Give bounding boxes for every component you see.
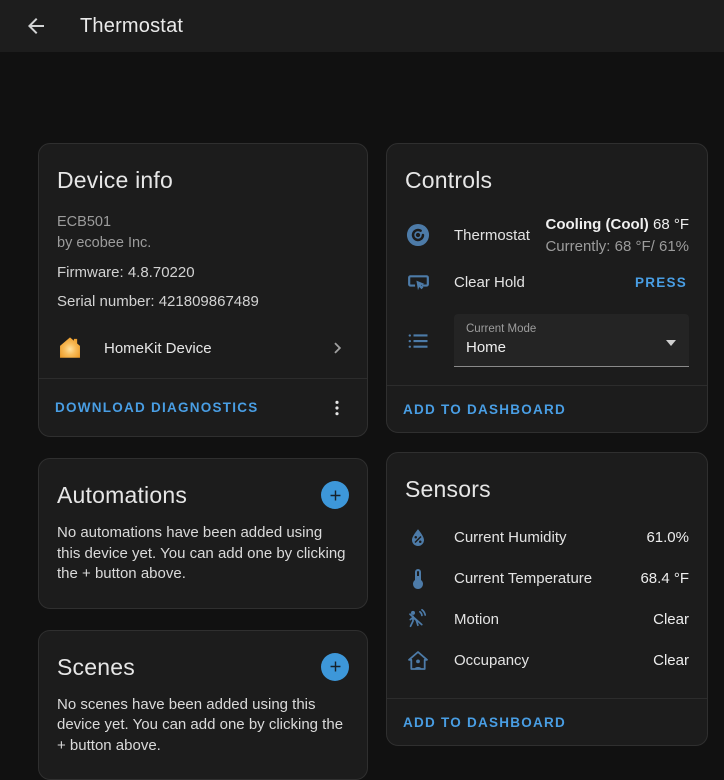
controls-footer: ADD TO DASHBOARD <box>387 385 707 432</box>
current-mode-select[interactable]: Current Mode Home <box>454 314 689 367</box>
device-info-card: Device info ECB501 by ecobee Inc. Firmwa… <box>38 143 368 437</box>
download-diagnostics-button[interactable]: DOWNLOAD DIAGNOSTICS <box>47 392 267 423</box>
dots-vertical-icon <box>327 398 347 418</box>
home-occupancy-icon <box>405 649 431 673</box>
sensor-value[interactable]: 68.4 °F <box>640 570 689 587</box>
add-automation-button[interactable] <box>321 481 349 509</box>
sensor-label: Motion <box>454 611 653 628</box>
dropdown-caret-icon <box>666 340 676 346</box>
thermostat-control-row: Thermostat Cooling (Cool) 68 °F Currentl… <box>405 210 689 260</box>
list-bulleted-icon <box>405 329 431 353</box>
current-mode-select-label: Current Mode <box>466 323 677 335</box>
sensor-row-temperature: Current Temperature 68.4 °F <box>405 558 689 599</box>
sensor-row-motion: Motion Clear <box>405 599 689 640</box>
sensors-card: Sensors Current Humidity 61.0% <box>386 452 708 746</box>
clear-hold-label: Clear Hold <box>454 274 633 291</box>
motion-sensor-icon <box>405 608 431 632</box>
plus-icon <box>327 487 344 504</box>
sensor-value[interactable]: 61.0% <box>646 529 689 546</box>
sensor-value[interactable]: Clear <box>653 611 689 628</box>
scenes-empty-text: No scenes have been added using this dev… <box>57 695 349 780</box>
homekit-house-icon <box>57 335 83 361</box>
thermostat-state-secondary: Currently: 68 °F/ 61% <box>545 238 689 255</box>
back-button[interactable] <box>16 6 56 46</box>
device-info-title: Device info <box>57 166 349 194</box>
device-model-manufacturer: ECB501 by ecobee Inc. <box>57 212 349 254</box>
water-percent-icon <box>405 526 431 550</box>
sensors-footer: ADD TO DASHBOARD <box>387 698 707 745</box>
current-mode-select-value: Home <box>466 339 677 356</box>
app-bar: Thermostat <box>0 0 724 52</box>
sensors-add-to-dashboard-button[interactable]: ADD TO DASHBOARD <box>395 707 574 738</box>
device-page-content: Device info ECB501 by ecobee Inc. Firmwa… <box>0 52 724 780</box>
device-model: ECB501 <box>57 212 349 233</box>
sensor-value[interactable]: Clear <box>653 652 689 669</box>
arrow-left-icon <box>24 14 48 38</box>
homekit-device-row[interactable]: HomeKit Device <box>57 332 349 364</box>
automations-card: Automations No automations have been add… <box>38 458 368 609</box>
thermostat-row-label: Thermostat <box>454 227 545 244</box>
automations-empty-text: No automations have been added using thi… <box>57 523 349 608</box>
automations-title: Automations <box>57 481 187 509</box>
thermostat-dial-icon <box>405 222 431 248</box>
chevron-right-icon <box>327 337 349 359</box>
page-title: Thermostat <box>80 15 183 38</box>
sensor-row-occupancy: Occupancy Clear <box>405 640 689 681</box>
thermometer-icon <box>405 567 431 591</box>
controls-add-to-dashboard-button[interactable]: ADD TO DASHBOARD <box>395 394 574 425</box>
device-serial: Serial number: 421809867489 <box>57 292 349 312</box>
device-info-footer: DOWNLOAD DIAGNOSTICS <box>39 378 367 436</box>
add-scene-button[interactable] <box>321 653 349 681</box>
controls-card: Controls Thermostat Cooling (Cool <box>386 143 708 433</box>
controls-title: Controls <box>405 166 689 194</box>
sensor-label: Current Humidity <box>454 529 646 546</box>
sensor-label: Current Temperature <box>454 570 640 587</box>
current-mode-row: Current Mode Home <box>405 314 689 367</box>
sensor-label: Occupancy <box>454 652 653 669</box>
scenes-card: Scenes No scenes have been added using t… <box>38 630 368 780</box>
homekit-device-label: HomeKit Device <box>104 340 327 357</box>
device-manufacturer: by ecobee Inc. <box>57 233 349 254</box>
scenes-title: Scenes <box>57 653 135 681</box>
device-firmware: Firmware: 4.8.70220 <box>57 263 349 283</box>
clear-hold-row: Clear Hold PRESS <box>405 260 689 304</box>
thermostat-state[interactable]: Cooling (Cool) 68 °F <box>546 216 690 233</box>
gesture-tap-button-icon <box>405 270 431 295</box>
overflow-menu-button[interactable] <box>319 390 355 426</box>
sensor-row-humidity: Current Humidity 61.0% <box>405 517 689 558</box>
plus-icon <box>327 658 344 675</box>
sensors-title: Sensors <box>405 475 689 503</box>
press-button[interactable]: PRESS <box>633 269 689 296</box>
